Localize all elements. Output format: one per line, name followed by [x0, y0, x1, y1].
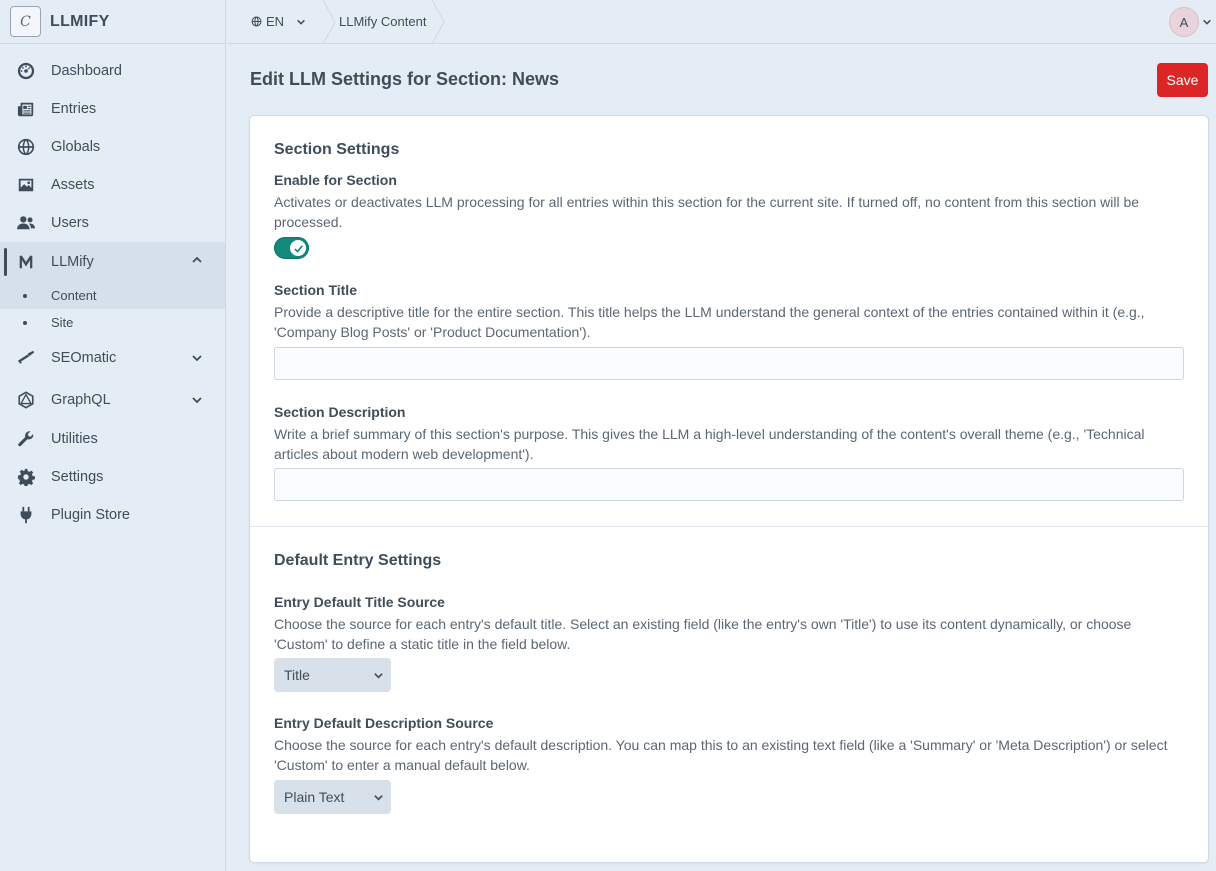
section-description-input[interactable]: [274, 468, 1184, 501]
description-source-help: Choose the source for each entry's defau…: [274, 737, 1168, 773]
sidebar-item-label: Dashboard: [51, 63, 122, 79]
sidebar-item-llmify[interactable]: LLMify: [0, 242, 225, 282]
title-source-label: Entry Default Title Source: [274, 594, 445, 610]
language-label: EN: [266, 14, 285, 29]
main-nav: Dashboard Entries Globals Assets Users L…: [0, 52, 225, 534]
description-source-value: Plain Text: [284, 789, 345, 805]
sidebar-subitem-content[interactable]: Content: [0, 282, 225, 309]
section-title-label: Section Title: [274, 282, 357, 298]
section-description-label: Section Description: [274, 404, 406, 420]
sidebar-item-label: Users: [51, 215, 89, 231]
chevron-up-icon[interactable]: [191, 254, 203, 266]
gear-icon: [16, 467, 36, 487]
image-icon: [16, 175, 36, 195]
llmify-icon: [16, 252, 36, 272]
bullet-icon: [23, 320, 27, 325]
site-logo[interactable]: C: [10, 6, 41, 37]
title-source-select[interactable]: Title: [274, 658, 391, 692]
brand: C LLMIFY: [0, 0, 225, 44]
description-source-label: Entry Default Description Source: [274, 715, 494, 731]
sidebar-item-assets[interactable]: Assets: [0, 166, 225, 204]
sidebar-item-seomatic[interactable]: SEOmatic: [0, 336, 225, 380]
breadcrumb-separator: [432, 0, 446, 44]
sidebar: C LLMIFY Dashboard Entries Globals Asset…: [0, 0, 226, 871]
newspaper-icon: [16, 99, 36, 119]
chevron-down-icon[interactable]: [191, 394, 203, 406]
chevron-down-icon: [1203, 19, 1211, 25]
sidebar-item-users[interactable]: Users: [0, 204, 225, 242]
page-title: Edit LLM Settings for Section: News: [250, 69, 560, 89]
breadcrumb-separator: [323, 0, 336, 44]
section-title-input[interactable]: [274, 347, 1184, 380]
chevron-down-icon[interactable]: [191, 352, 203, 364]
wrench-icon: [16, 429, 36, 449]
avatar[interactable]: A: [1169, 7, 1199, 37]
sidebar-item-globals[interactable]: Globals: [0, 128, 225, 166]
chevron-down-icon: [374, 673, 383, 679]
chevron-down-icon: [374, 795, 383, 801]
sidebar-item-label: Settings: [51, 469, 104, 485]
sidebar-subitem-site[interactable]: Site: [0, 309, 225, 336]
sidebar-item-plugin-store[interactable]: Plugin Store: [0, 496, 225, 534]
description-source-select[interactable]: Plain Text: [274, 780, 391, 814]
sidebar-item-entries[interactable]: Entries: [0, 90, 225, 128]
sidebar-item-label: Assets: [51, 177, 95, 193]
enable-help: Activates or deactivates LLM processing …: [274, 194, 1140, 230]
sidebar-subitem-label: Content: [51, 288, 97, 303]
sidebar-item-label: Entries: [51, 101, 97, 117]
sidebar-subitem-label: Site: [51, 315, 74, 330]
globe-icon: [251, 16, 262, 27]
section-settings-panel: Section Settings Enable for Section Acti…: [250, 116, 1208, 527]
save-button[interactable]: Save: [1157, 63, 1208, 97]
sidebar-item-label: GraphQL: [51, 392, 111, 408]
bullet-icon: [23, 293, 27, 298]
sidebar-item-label: Globals: [51, 139, 101, 155]
chevron-down-icon: [297, 19, 305, 25]
enable-label: Enable for Section: [274, 172, 397, 188]
section-title-help: Provide a descriptive title for the enti…: [274, 304, 1145, 340]
site-name[interactable]: LLMIFY: [50, 13, 110, 31]
breadcrumb-llmify-content[interactable]: LLMify Content: [339, 14, 426, 29]
user-menu[interactable]: A: [1169, 7, 1212, 37]
enable-toggle[interactable]: [274, 237, 309, 259]
settings-card: Section Settings Enable for Section Acti…: [249, 115, 1209, 863]
title-source-help: Choose the source for each entry's defau…: [274, 616, 1132, 652]
top-bar: EN LLMify Content A: [227, 0, 1216, 44]
sidebar-item-label: SEOmatic: [51, 350, 117, 366]
plug-icon: [16, 505, 36, 525]
check-icon: [290, 240, 306, 256]
graphql-icon: [16, 390, 36, 410]
sidebar-item-settings[interactable]: Settings: [0, 458, 225, 496]
seomatic-icon: [16, 348, 36, 368]
sidebar-item-utilities[interactable]: Utilities: [0, 420, 225, 458]
language-switcher[interactable]: EN: [227, 0, 323, 44]
sidebar-item-dashboard[interactable]: Dashboard: [0, 52, 225, 90]
section-settings-heading: Section Settings: [274, 141, 400, 158]
sidebar-item-label: Utilities: [51, 431, 98, 447]
title-source-value: Title: [284, 667, 310, 683]
gauge-icon: [16, 61, 36, 81]
globe-icon: [16, 137, 36, 157]
section-description-help: Write a brief summary of this section's …: [274, 426, 1145, 462]
sidebar-item-label: Plugin Store: [51, 507, 130, 523]
sidebar-item-graphql[interactable]: GraphQL: [0, 380, 225, 420]
default-entry-settings-heading: Default Entry Settings: [274, 552, 442, 569]
users-icon: [16, 213, 36, 233]
sidebar-item-label: LLMify: [51, 254, 94, 270]
